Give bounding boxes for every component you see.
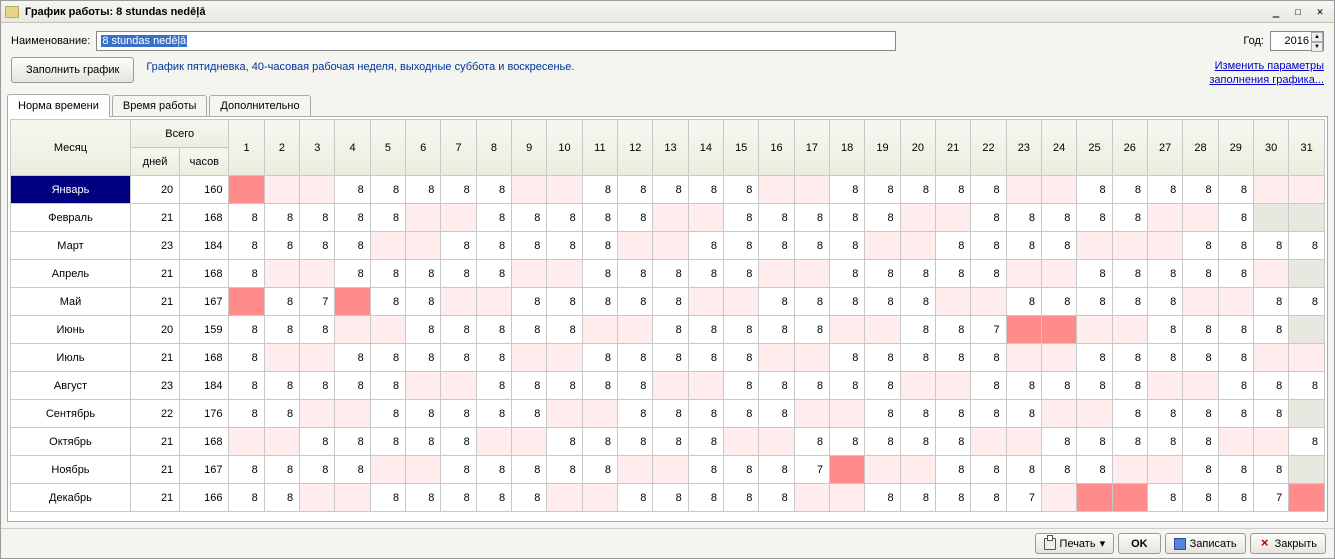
close-button[interactable]: ×Закрыть	[1250, 533, 1326, 554]
tab-work-time[interactable]: Время работы	[112, 95, 208, 116]
name-input[interactable]: 8 stundas nedēļā	[96, 31, 896, 51]
table-row[interactable]: Май21167878888888888888888888	[11, 288, 1325, 316]
table-row[interactable]: Апрель21168888888888888888888888	[11, 260, 1325, 288]
save-button[interactable]: Записать	[1165, 533, 1246, 554]
schedule-grid[interactable]: МесяцВсего123456789101112131415161718192…	[10, 119, 1325, 512]
table-row[interactable]: Сентябрь221768888888888888888888888	[11, 400, 1325, 428]
maximize-button[interactable]: ☐	[1288, 4, 1308, 20]
year-spin-up[interactable]: ▲	[1311, 32, 1323, 42]
schedule-description: График пятидневка, 40-часовая рабочая не…	[146, 57, 574, 73]
tab-extra[interactable]: Дополнительно	[209, 95, 310, 116]
table-row[interactable]: Март231848888888888888888888888	[11, 232, 1325, 260]
table-row[interactable]: Ноябрь21167888888888888788888888	[11, 456, 1325, 484]
table-row[interactable]: Октябрь21168888888888888888888888	[11, 428, 1325, 456]
table-row[interactable]: Январь2016088888888888888888888	[11, 176, 1325, 204]
window-title: График работы: 8 stundas nedēļā	[25, 6, 1266, 18]
print-icon	[1044, 538, 1056, 550]
year-spin-down[interactable]: ▼	[1311, 42, 1323, 52]
table-row[interactable]: Июль21168888888888888888888888	[11, 344, 1325, 372]
table-row[interactable]: Июнь2015988888888888888878888	[11, 316, 1325, 344]
fill-schedule-button[interactable]: Заполнить график	[11, 57, 134, 83]
name-label: Наименование:	[11, 35, 90, 47]
print-button[interactable]: Печать ▾	[1035, 533, 1115, 554]
table-row[interactable]: Август2318488888888888888888888888	[11, 372, 1325, 400]
table-row[interactable]: Февраль21168888888888888888888888	[11, 204, 1325, 232]
year-label: Год:	[1243, 35, 1264, 47]
minimize-button[interactable]: _	[1266, 4, 1286, 20]
table-row[interactable]: Декабрь21166888888888888888878887	[11, 484, 1325, 512]
close-icon: ×	[1259, 538, 1271, 550]
folder-icon	[5, 6, 19, 18]
tab-time-norm[interactable]: Норма времени	[7, 94, 110, 117]
close-window-button[interactable]: ✕	[1310, 4, 1330, 20]
save-icon	[1174, 538, 1186, 550]
ok-button[interactable]: OK	[1118, 533, 1161, 554]
change-params-link[interactable]: Изменить параметрызаполнения графика...	[1209, 57, 1324, 87]
